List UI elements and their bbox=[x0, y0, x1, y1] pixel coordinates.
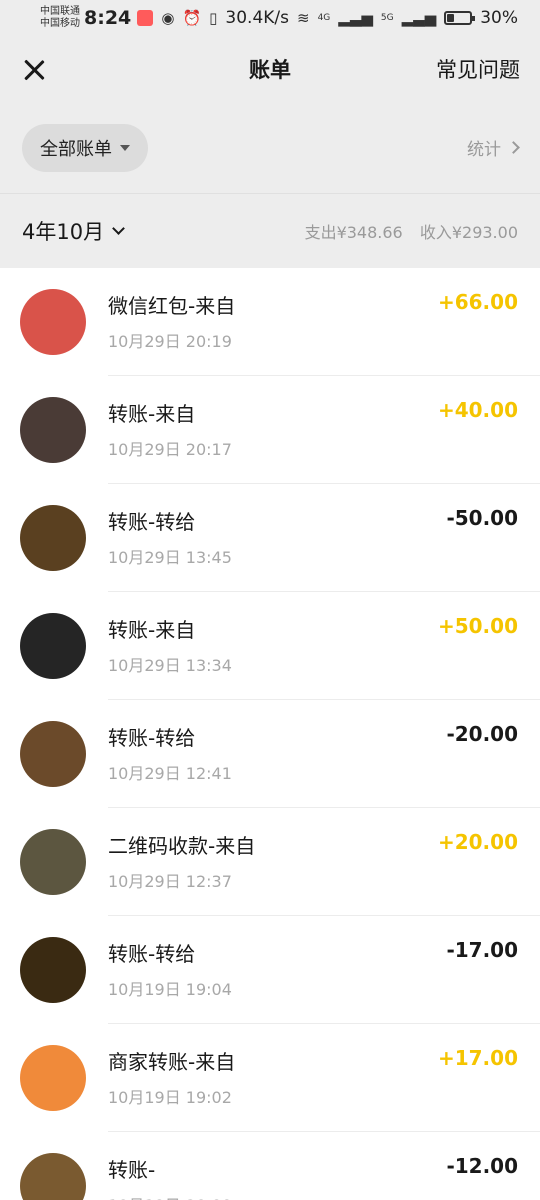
transaction-list: 微信红包-来自 10月29日 20:19 +66.00 转账-来自 10月29日 20:… bbox=[0, 268, 540, 1200]
app-notification-icon bbox=[137, 10, 154, 26]
nav-bar: 账单 常见问题 bbox=[0, 36, 540, 102]
avatar bbox=[20, 829, 86, 895]
transaction-time: 10月19日 20:00 bbox=[108, 1192, 518, 1200]
signal-5g-label: 5G bbox=[380, 13, 394, 23]
transaction-time: 10月19日 19:04 bbox=[108, 979, 232, 999]
signal-icon: ▂▃▅ bbox=[338, 9, 373, 27]
signal-4g-label: 4G bbox=[317, 13, 331, 23]
faq-link[interactable]: 常见问题 bbox=[436, 54, 520, 84]
net-speed: 30.4K/s bbox=[225, 8, 289, 28]
transaction-body: 微信红包-来自 10月29日 20:19 +66.00 bbox=[108, 268, 540, 376]
month-expense: 支出¥348.66 bbox=[304, 223, 403, 242]
avatar bbox=[20, 1045, 86, 1111]
stats-label: 统计 bbox=[467, 140, 501, 160]
transaction-body: 商家转账-来自 10月19日 19:02 +17.00 bbox=[108, 1024, 540, 1132]
transaction-body: 转账-10月19日 20:00-12.00 bbox=[108, 1132, 540, 1200]
transaction-item[interactable]: 微信红包-来自 10月29日 20:19 +66.00 bbox=[0, 268, 540, 376]
avatar bbox=[20, 937, 86, 1003]
avatar bbox=[20, 1153, 86, 1200]
transaction-item[interactable]: 转账-来自 10月29日 20:17 +40.00 bbox=[0, 376, 540, 484]
transaction-body: 转账-转给 10月19日 19:04 -17.00 bbox=[108, 916, 540, 1024]
transaction-item[interactable]: 转账-转给 10月19日 19:04 -17.00 bbox=[0, 916, 540, 1024]
avatar bbox=[20, 721, 86, 787]
battery-percent: 30% bbox=[480, 8, 518, 28]
transaction-item[interactable]: 商家转账-来自 10月19日 19:02 +17.00 bbox=[0, 1024, 540, 1132]
bill-filter-dropdown[interactable]: 全部账单 bbox=[22, 123, 148, 172]
transaction-amount: -20.00 bbox=[446, 722, 518, 746]
filter-row: 全部账单 统计 bbox=[0, 102, 540, 194]
status-time: 8:24 bbox=[84, 7, 132, 29]
alarm-icon: ⏰ bbox=[182, 9, 202, 27]
transaction-body: 二维码收款-来自 10月29日 12:37 +20.00 bbox=[108, 808, 540, 916]
transaction-time: 10月29日 13:45 bbox=[108, 547, 232, 567]
transaction-amount: -50.00 bbox=[446, 506, 518, 530]
month-label: 4年10月 bbox=[22, 220, 105, 244]
transaction-time: 10月29日 12:41 bbox=[108, 763, 232, 783]
transaction-amount: +20.00 bbox=[437, 830, 518, 854]
carrier-2: 中国移动 bbox=[40, 18, 80, 29]
transaction-item[interactable]: 转账-10月19日 20:00-12.00 bbox=[0, 1132, 540, 1200]
battery-icon bbox=[444, 11, 476, 25]
close-icon[interactable] bbox=[20, 55, 48, 83]
eye-icon: ◉ bbox=[161, 9, 175, 27]
chevron-down-icon bbox=[112, 222, 125, 235]
transaction-time: 10月19日 19:02 bbox=[108, 1087, 232, 1107]
vibrate-icon: ▯ bbox=[209, 9, 218, 27]
transaction-time: 10月29日 12:37 bbox=[108, 871, 232, 891]
carrier-1: 中国联通 bbox=[40, 6, 80, 17]
avatar bbox=[20, 505, 86, 571]
transaction-body: 转账-来自 10月29日 20:17 +40.00 bbox=[108, 376, 540, 484]
transaction-item[interactable]: 二维码收款-来自 10月29日 12:37 +20.00 bbox=[0, 808, 540, 916]
transaction-body: 转账-转给 10月29日 13:45 -50.00 bbox=[108, 484, 540, 592]
transaction-amount: -12.00 bbox=[446, 1154, 518, 1178]
transaction-item[interactable]: 转账-转给 10月29日 12:41 -20.00 bbox=[0, 700, 540, 808]
avatar bbox=[20, 289, 86, 355]
transaction-amount: +17.00 bbox=[437, 1046, 518, 1070]
carrier-labels: 中国联通 中国移动 bbox=[40, 6, 80, 30]
battery-fill bbox=[447, 14, 455, 22]
avatar bbox=[20, 613, 86, 679]
month-summary: 支出¥348.66 收入¥293.00 bbox=[305, 219, 518, 243]
transaction-time: 10月29日 20:17 bbox=[108, 439, 232, 459]
bill-filter-label: 全部账单 bbox=[40, 138, 112, 160]
wifi-icon: ≋ bbox=[297, 9, 310, 27]
stats-link[interactable]: 统计 bbox=[467, 135, 520, 160]
chevron-right-icon bbox=[507, 141, 520, 154]
month-selector[interactable]: 4年10月 bbox=[22, 216, 125, 246]
month-header: 4年10月 支出¥348.66 收入¥293.00 bbox=[0, 194, 540, 268]
transaction-item[interactable]: 转账-转给 10月29日 13:45 -50.00 bbox=[0, 484, 540, 592]
signal-icon-2: ▂▃▅ bbox=[401, 9, 437, 27]
transaction-amount: +66.00 bbox=[437, 290, 518, 314]
transaction-time: 10月29日 20:19 bbox=[108, 331, 232, 351]
transaction-time: 10月29日 13:34 bbox=[108, 655, 232, 675]
transaction-amount: +50.00 bbox=[437, 614, 518, 638]
avatar bbox=[20, 397, 86, 463]
caret-down-icon bbox=[120, 144, 130, 151]
transaction-body: 转账-来自 10月29日 13:34 +50.00 bbox=[108, 592, 540, 700]
status-bar: 中国联通 中国移动 8:24 ◉ ⏰ ▯ 30.4K/s ≋ 4G ▂▃▅ 5G… bbox=[0, 0, 540, 36]
transaction-item[interactable]: 转账-来自 10月29日 13:34 +50.00 bbox=[0, 592, 540, 700]
transaction-body: 转账-转给 10月29日 12:41 -20.00 bbox=[108, 700, 540, 808]
month-income: 收入¥293.00 bbox=[419, 223, 518, 242]
transaction-amount: -17.00 bbox=[446, 938, 518, 962]
transaction-amount: +40.00 bbox=[437, 398, 518, 422]
